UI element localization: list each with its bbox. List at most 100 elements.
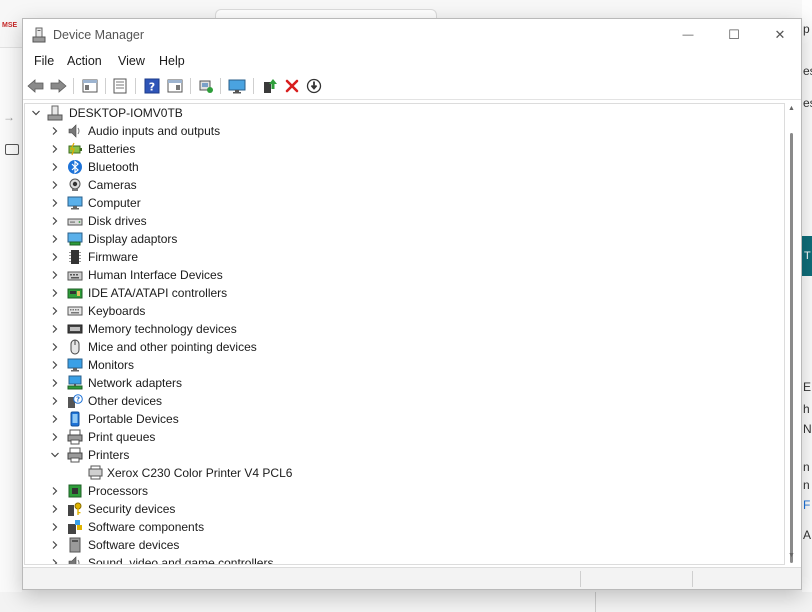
chevron-right-icon[interactable] — [49, 341, 61, 353]
chevron-right-icon[interactable] — [49, 359, 61, 371]
uninstall-device-icon[interactable] — [283, 77, 301, 95]
chevron-down-icon[interactable] — [49, 449, 61, 461]
chevron-right-icon[interactable] — [49, 431, 61, 443]
tree-item-audio-inputs-and-outputs[interactable]: Audio inputs and outputs — [25, 122, 784, 140]
device-tree[interactable]: DESKTOP-IOMV0TB Audio inputs and outputs B… — [24, 103, 785, 565]
speaker-icon — [67, 555, 83, 564]
printer-icon — [67, 429, 83, 445]
update-driver-icon[interactable] — [261, 77, 279, 95]
scan-hardware-changes-icon[interactable] — [197, 77, 215, 95]
tree-item-label: Computer — [88, 196, 141, 210]
tree-item-disk-drives[interactable]: Disk drives — [25, 212, 784, 230]
tree-item-security-devices[interactable]: Security devices — [25, 500, 784, 518]
ide-controller-icon — [67, 285, 83, 301]
software-device-icon — [67, 537, 83, 553]
tree-item-label: Processors — [88, 484, 149, 498]
chevron-right-icon[interactable] — [49, 197, 61, 209]
tree-item-other-devices[interactable]: ? Other devices — [25, 392, 784, 410]
background-folder-icon[interactable] — [5, 144, 19, 155]
properties-sheet-icon[interactable] — [111, 77, 129, 95]
tree-item-label: Firmware — [88, 250, 138, 264]
minimize-button[interactable]: — — [665, 19, 711, 50]
help-icon[interactable]: ? — [143, 77, 161, 95]
chevron-down-icon[interactable] — [30, 107, 42, 119]
back-icon[interactable] — [27, 77, 45, 95]
tree-item-software-components[interactable]: Software components — [25, 518, 784, 536]
tree-item-label: DESKTOP-IOMV0TB — [69, 106, 183, 120]
chevron-right-icon[interactable] — [49, 557, 61, 564]
tree-item-bluetooth[interactable]: Bluetooth — [25, 158, 784, 176]
chevron-right-icon[interactable] — [49, 179, 61, 191]
scroll-up-icon[interactable]: ▲ — [788, 105, 795, 112]
menu-help[interactable]: Help — [159, 54, 185, 68]
tree-item-print-queues[interactable]: Print queues — [25, 428, 784, 446]
tree-item-computer[interactable]: Computer — [25, 194, 784, 212]
tree-item-processors[interactable]: Processors — [25, 482, 784, 500]
tree-item-label: Audio inputs and outputs — [88, 124, 221, 138]
computer-root-icon — [47, 105, 63, 121]
toolbar: ? — [23, 72, 801, 100]
chevron-right-icon[interactable] — [49, 125, 61, 137]
tree-item-software-devices[interactable]: Software devices — [25, 536, 784, 554]
background-forward-arrow-icon[interactable]: → — [3, 110, 15, 124]
tree-item-ide-ata-atapi-controllers[interactable]: IDE ATA/ATAPI controllers — [25, 284, 784, 302]
chevron-right-icon[interactable] — [49, 143, 61, 155]
tree-item-sound-video-and-game-controllers[interactable]: Sound, video and game controllers — [25, 554, 784, 564]
tree-item-monitors[interactable]: Monitors — [25, 356, 784, 374]
disable-device-icon[interactable] — [305, 77, 323, 95]
chevron-right-icon[interactable] — [49, 503, 61, 515]
chevron-right-icon[interactable] — [49, 413, 61, 425]
tree-item-memory-technology-devices[interactable]: Memory technology devices — [25, 320, 784, 338]
tree-item-xerox-c230-color-printer-v4-pcl6[interactable]: Xerox C230 Color Printer V4 PCL6 — [25, 464, 784, 482]
tree-item-human-interface-devices[interactable]: Human Interface Devices — [25, 266, 784, 284]
device-manager-app-icon — [32, 27, 46, 43]
chevron-right-icon[interactable] — [49, 287, 61, 299]
chevron-right-icon[interactable] — [49, 305, 61, 317]
chevron-right-icon[interactable] — [49, 377, 61, 389]
tree-item-batteries[interactable]: Batteries — [25, 140, 784, 158]
tree-root-computer[interactable]: DESKTOP-IOMV0TB — [25, 104, 784, 122]
chevron-right-icon[interactable] — [49, 485, 61, 497]
minimize-icon: — — [682, 28, 694, 41]
tree-item-mice-and-other-pointing-devices[interactable]: Mice and other pointing devices — [25, 338, 784, 356]
tree-item-label: Software devices — [88, 538, 180, 552]
scrollbar-thumb[interactable] — [790, 133, 793, 563]
background-left-strip: → — [0, 48, 22, 612]
tree-item-keyboards[interactable]: Keyboards — [25, 302, 784, 320]
chevron-right-icon[interactable] — [49, 395, 61, 407]
menu-view[interactable]: View — [118, 54, 145, 68]
tree-item-cameras[interactable]: Cameras — [25, 176, 784, 194]
tree-item-portable-devices[interactable]: Portable Devices — [25, 410, 784, 428]
toolbar-separator — [190, 78, 191, 94]
show-hide-console-tree-icon[interactable] — [81, 77, 99, 95]
tree-item-network-adapters[interactable]: Network adapters — [25, 374, 784, 392]
disk-drive-icon — [67, 213, 83, 229]
chevron-right-icon[interactable] — [49, 215, 61, 227]
maximize-button[interactable]: ☐ — [711, 19, 757, 50]
monitor-icon[interactable] — [228, 77, 246, 95]
computer-icon — [67, 195, 83, 211]
chevron-right-icon[interactable] — [49, 161, 61, 173]
chevron-right-icon[interactable] — [49, 233, 61, 245]
bg-text: N — [803, 422, 812, 436]
chevron-right-icon[interactable] — [49, 521, 61, 533]
tree-item-label: Batteries — [88, 142, 136, 156]
action-pane-icon[interactable] — [166, 77, 184, 95]
tree-item-display-adaptors[interactable]: Display adaptors — [25, 230, 784, 248]
title-bar[interactable]: Device Manager — ☐ ✕ — [23, 19, 801, 50]
chevron-right-icon[interactable] — [49, 251, 61, 263]
tree-item-firmware[interactable]: Firmware — [25, 248, 784, 266]
vertical-scrollbar[interactable]: ▲ ▼ — [785, 103, 799, 565]
window-title: Device Manager — [53, 28, 145, 42]
chevron-right-icon[interactable] — [49, 269, 61, 281]
scroll-down-icon[interactable]: ▼ — [788, 552, 795, 559]
menu-action[interactable]: Action — [67, 54, 102, 68]
bg-text: A — [803, 528, 812, 542]
close-icon: ✕ — [774, 26, 786, 42]
chevron-right-icon[interactable] — [49, 323, 61, 335]
forward-icon[interactable] — [49, 77, 67, 95]
chevron-right-icon[interactable] — [49, 539, 61, 551]
menu-file[interactable]: File — [34, 54, 54, 68]
tree-item-printers[interactable]: Printers — [25, 446, 784, 464]
close-button[interactable]: ✕ — [757, 19, 803, 50]
